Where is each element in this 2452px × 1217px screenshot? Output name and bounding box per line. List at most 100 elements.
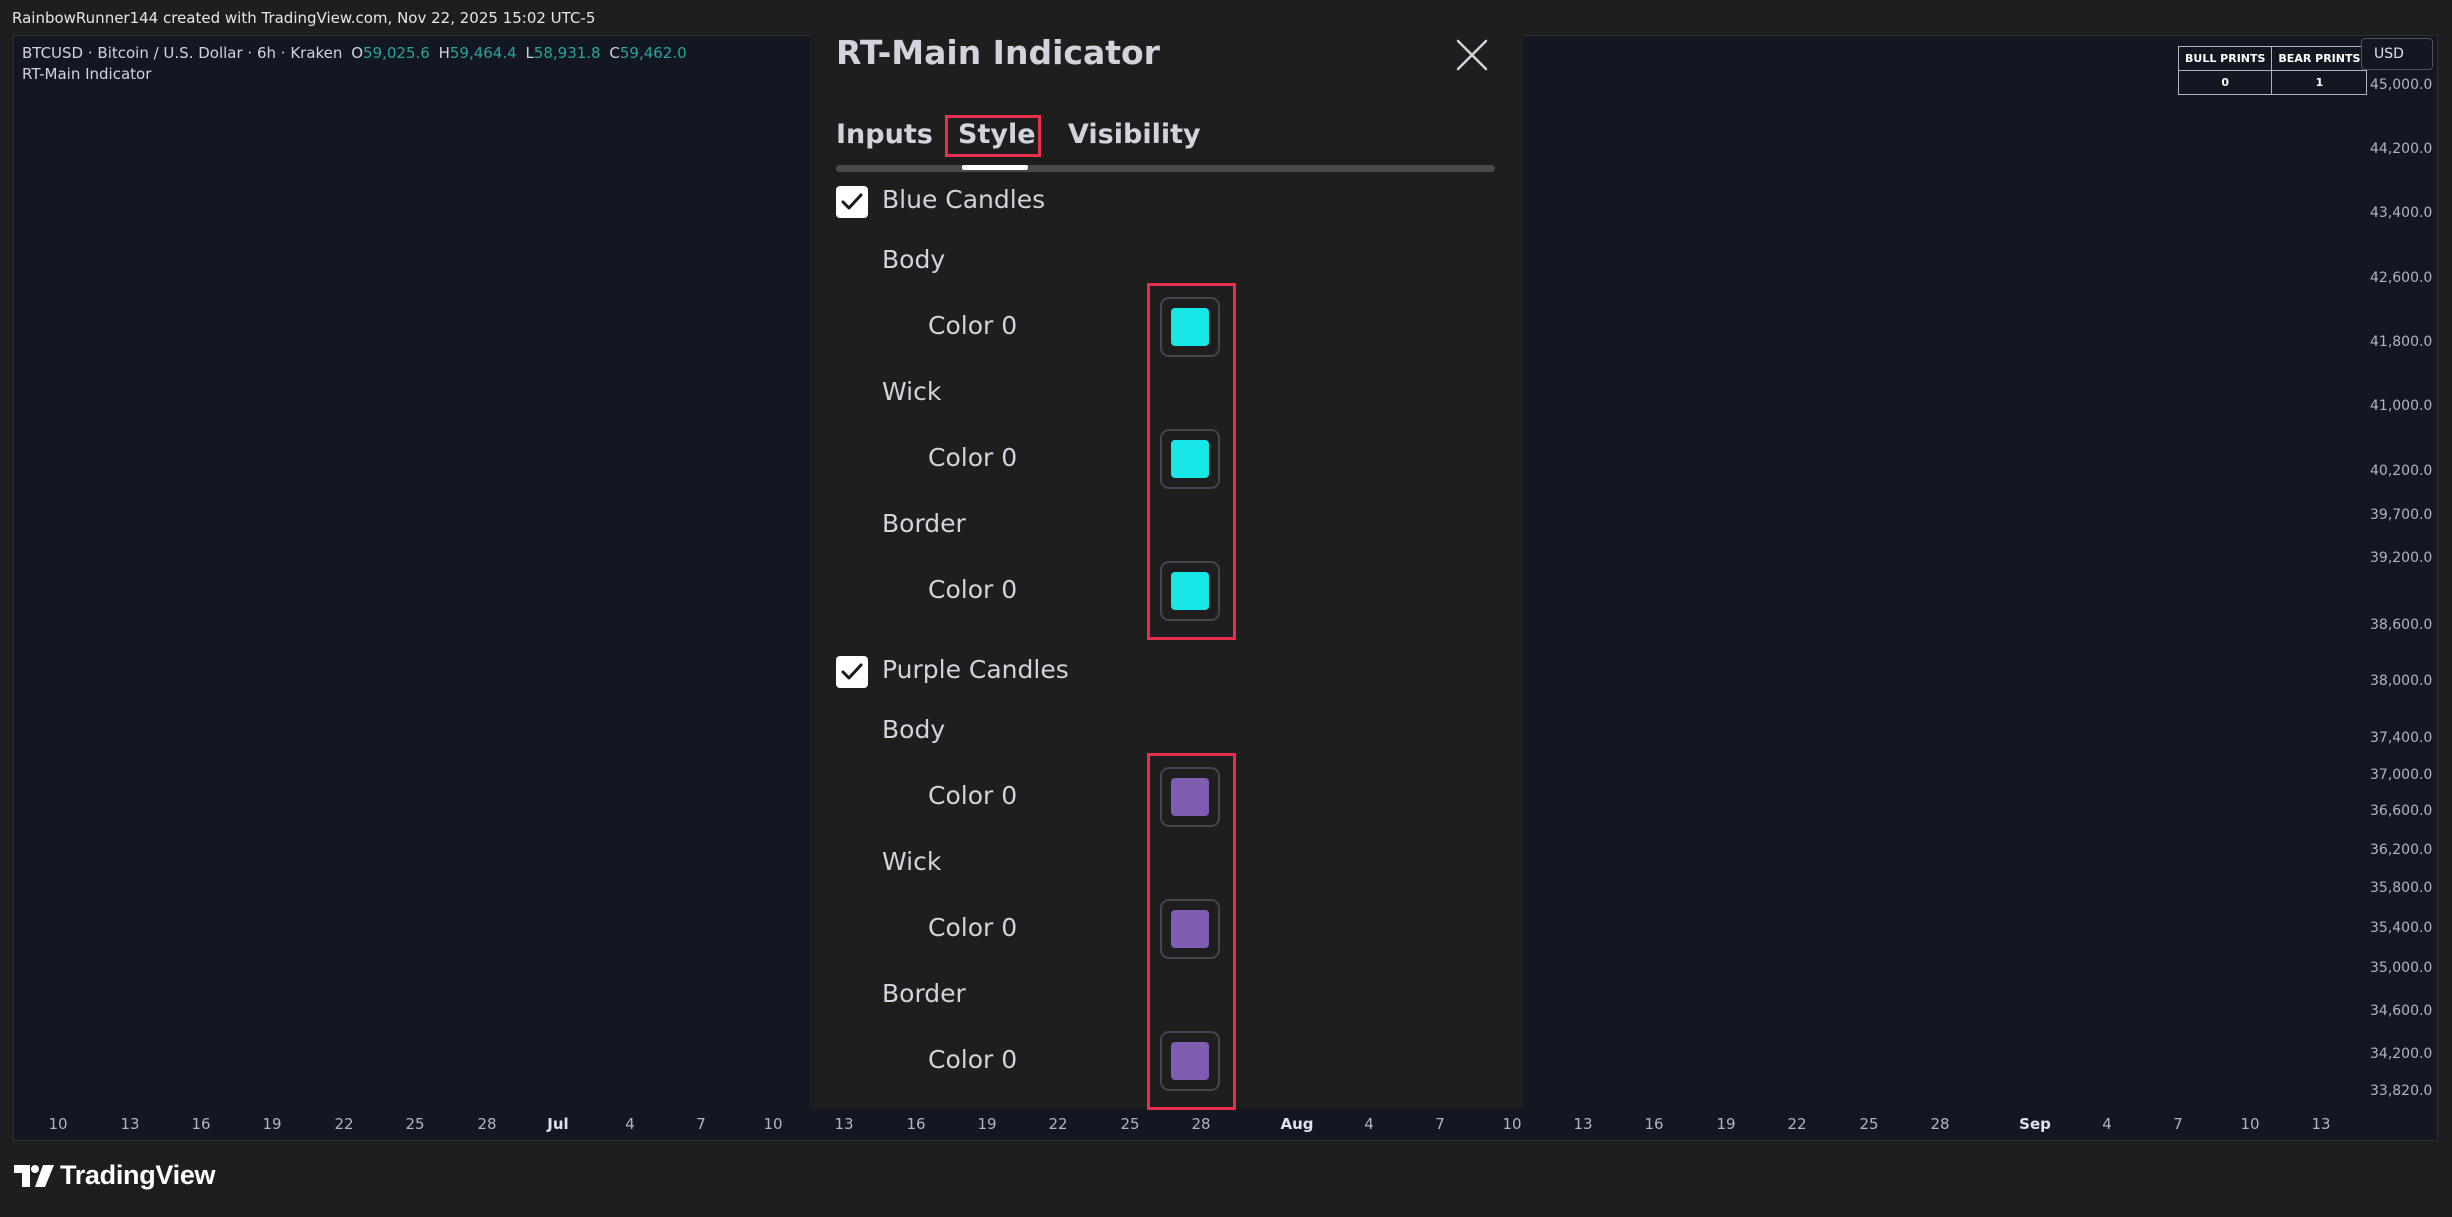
close-value: 59,462.0: [619, 44, 687, 62]
tradingview-logo[interactable]: TradingView: [14, 1160, 216, 1191]
purple-candles-body-color-label: Color 0: [928, 781, 1018, 810]
blue-candles-body-color-swatch[interactable]: [1160, 297, 1220, 357]
purple-candles-border-color-swatch[interactable]: [1160, 1031, 1220, 1091]
time-axis-label: 22: [1787, 1115, 1807, 1133]
time-axis-label: 10: [1502, 1115, 1522, 1133]
low-value: 58,931.8: [533, 44, 601, 62]
close-label: C: [609, 44, 620, 62]
purple-candles-border-color-label: Color 0: [928, 1045, 1018, 1074]
purple-candles-checkbox[interactable]: [836, 656, 868, 688]
color-swatch-fill: [1171, 1042, 1209, 1080]
time-axis-label: Sep: [2019, 1115, 2051, 1133]
bear-prints-header: BEAR PRINTS: [2271, 46, 2368, 71]
active-tab-indicator: [962, 165, 1028, 170]
currency-selector[interactable]: USD: [2361, 38, 2433, 70]
purple-candles-wick-label: Wick: [882, 847, 942, 876]
price-axis-label: 41,800.0: [2370, 334, 2433, 350]
price-axis-label: 42,600.0: [2370, 270, 2433, 286]
time-axis-label: 28: [1930, 1115, 1950, 1133]
open-value: 59,025.6: [363, 44, 430, 62]
time-axis-label: 28: [1191, 1115, 1211, 1133]
time-axis-label: 13: [834, 1115, 854, 1133]
color-swatch-fill: [1171, 910, 1209, 948]
time-axis-label: 16: [1644, 1115, 1664, 1133]
time-axis-label: 10: [2240, 1115, 2260, 1133]
time-axis-label: 22: [334, 1115, 354, 1133]
time-axis-label: 19: [1716, 1115, 1736, 1133]
high-label: H: [438, 44, 450, 62]
price-axis-label: 38,000.0: [2370, 673, 2433, 689]
price-axis-label: 35,400.0: [2370, 920, 2433, 936]
time-axis-label: 25: [405, 1115, 425, 1133]
time-axis-label: 7: [1435, 1115, 1445, 1133]
checkmark-icon: [841, 663, 863, 680]
close-button[interactable]: [1450, 33, 1494, 77]
time-axis-label: 25: [1859, 1115, 1879, 1133]
price-axis-label: 38,600.0: [2370, 617, 2433, 633]
blue-candles-border-color-swatch[interactable]: [1160, 561, 1220, 621]
time-axis-label: 16: [906, 1115, 926, 1133]
tabs-scroll-track[interactable]: [836, 165, 1495, 172]
time-axis-label: 22: [1048, 1115, 1068, 1133]
price-axis-label: 43,400.0: [2370, 205, 2433, 221]
price-axis-label: 45,000.0: [2370, 77, 2433, 93]
dialog-title: RT-Main Indicator: [836, 33, 1160, 72]
price-axis-label: 40,200.0: [2370, 463, 2433, 479]
time-axis-label: 7: [2173, 1115, 2183, 1133]
price-axis-label: 35,000.0: [2370, 960, 2433, 976]
brand-name: TradingView: [60, 1160, 216, 1190]
price-axis-label: 37,400.0: [2370, 730, 2433, 746]
price-axis-label: 35,800.0: [2370, 880, 2433, 896]
time-axis-label: Jul: [547, 1115, 569, 1133]
tradingview-logo-icon: [14, 1164, 54, 1187]
close-icon: [1456, 39, 1488, 71]
price-axis-label: 34,200.0: [2370, 1046, 2433, 1062]
checkmark-icon: [841, 193, 863, 210]
time-axis-label: 13: [2311, 1115, 2331, 1133]
symbol-legend: BTCUSD · Bitcoin / U.S. Dollar · 6h · Kr…: [22, 44, 687, 62]
blue-candles-label[interactable]: Blue Candles: [882, 185, 1045, 214]
color-swatch-fill: [1171, 440, 1209, 478]
tab-visibility[interactable]: Visibility: [1068, 119, 1201, 150]
color-swatch-fill: [1171, 308, 1209, 346]
time-axis-label: 19: [262, 1115, 282, 1133]
prints-table: BULL PRINTS BEAR PRINTS 0 1: [2177, 46, 2368, 95]
symbol-description: BTCUSD · Bitcoin / U.S. Dollar · 6h · Kr…: [22, 44, 343, 62]
blue-candles-checkbox[interactable]: [836, 186, 868, 218]
top-bar: RainbowRunner144 created with TradingVie…: [0, 0, 2452, 36]
purple-candles-body-color-swatch[interactable]: [1160, 767, 1220, 827]
time-axis-label: 10: [48, 1115, 68, 1133]
bear-prints-value: 1: [2271, 70, 2368, 95]
blue-candles-border-label: Border: [882, 509, 966, 538]
time-axis-label: 25: [1120, 1115, 1140, 1133]
purple-candles-wick-color-swatch[interactable]: [1160, 899, 1220, 959]
time-axis-label: 13: [120, 1115, 140, 1133]
price-axis-label: 41,000.0: [2370, 398, 2433, 414]
price-axis-label: 36,200.0: [2370, 842, 2433, 858]
low-label: L: [525, 44, 534, 62]
blue-candles-wick-color-swatch[interactable]: [1160, 429, 1220, 489]
price-axis-label: 36,600.0: [2370, 803, 2433, 819]
purple-candles-wick-color-label: Color 0: [928, 913, 1018, 942]
color-swatch-fill: [1171, 572, 1209, 610]
blue-candles-wick-label: Wick: [882, 377, 942, 406]
time-axis-label: Aug: [1280, 1115, 1314, 1133]
time-axis-label: 4: [1364, 1115, 1374, 1133]
time-axis-label: 4: [2102, 1115, 2112, 1133]
blue-candles-body-label: Body: [882, 245, 946, 274]
style-tab-highlight: [945, 115, 1041, 157]
price-axis-label: 44,200.0: [2370, 141, 2433, 157]
high-value: 59,464.4: [449, 44, 517, 62]
bull-prints-header: BULL PRINTS: [2177, 46, 2273, 71]
purple-candles-label[interactable]: Purple Candles: [882, 655, 1069, 684]
indicator-legend-name[interactable]: RT-Main Indicator: [22, 65, 151, 83]
purple-candles-border-label: Border: [882, 979, 966, 1008]
time-axis-label: 4: [625, 1115, 635, 1133]
time-axis-label: 28: [477, 1115, 497, 1133]
time-axis-label: 10: [763, 1115, 783, 1133]
bull-prints-value: 0: [2177, 70, 2273, 95]
tab-inputs[interactable]: Inputs: [836, 119, 933, 150]
time-axis-label: 19: [977, 1115, 997, 1133]
snapshot-credit: RainbowRunner144 created with TradingVie…: [12, 9, 596, 27]
price-axis-label: 37,000.0: [2370, 767, 2433, 783]
